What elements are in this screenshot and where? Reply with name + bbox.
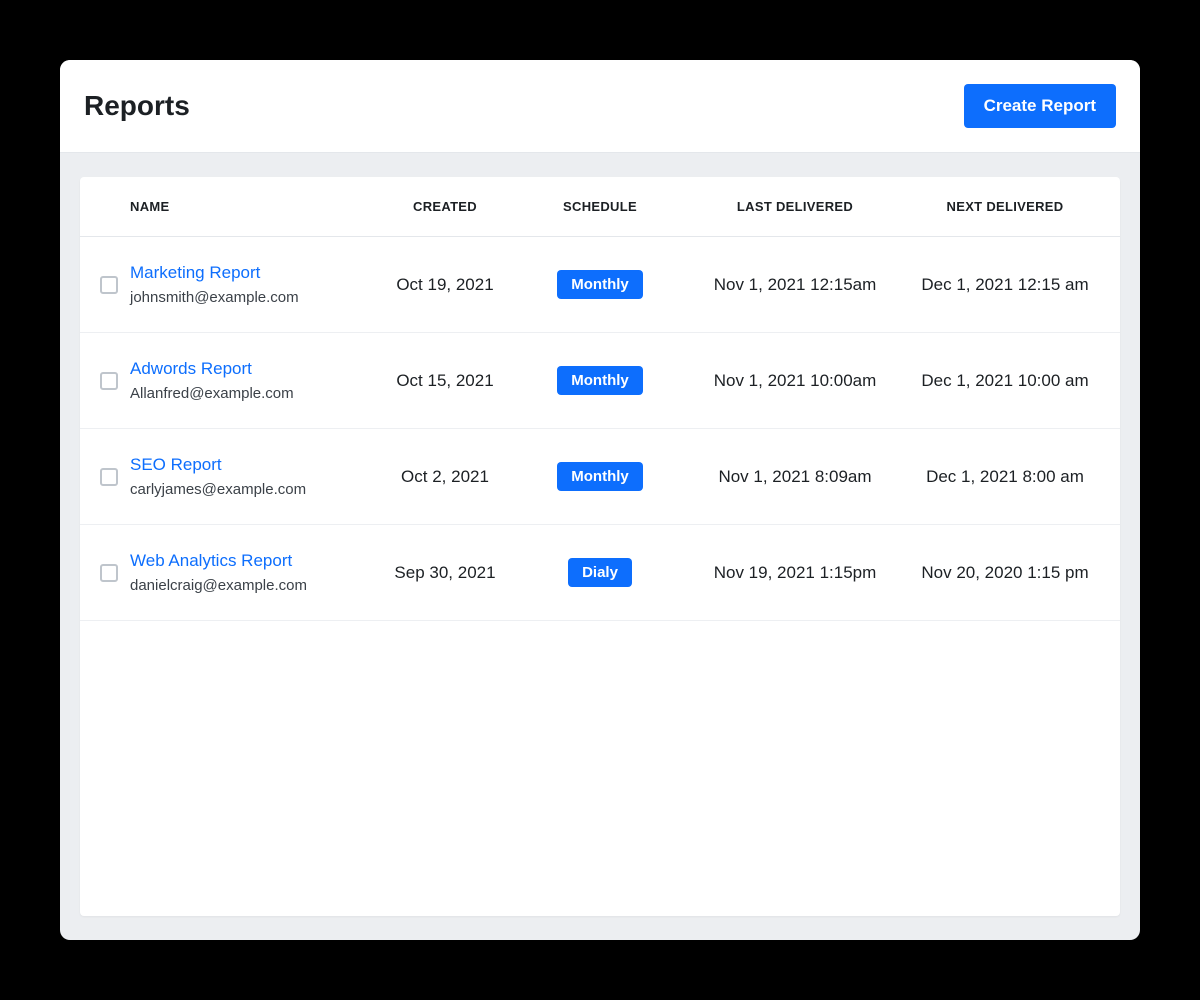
report-name-link[interactable]: Web Analytics Report: [130, 551, 370, 571]
table-row: Adwords Report Allanfred@example.com Oct…: [80, 333, 1120, 429]
report-email: danielcraig@example.com: [130, 577, 370, 594]
reports-table: NAME CREATED SCHEDULE LAST DELIVERED NEX…: [80, 177, 1120, 916]
col-header-last-delivered: LAST DELIVERED: [680, 199, 910, 214]
schedule-badge: Monthly: [557, 270, 643, 299]
row-checkbox[interactable]: [100, 372, 118, 390]
col-header-schedule: SCHEDULE: [520, 199, 680, 214]
created-cell: Oct 2, 2021: [370, 467, 520, 487]
schedule-badge: Monthly: [557, 366, 643, 395]
row-checkbox[interactable]: [100, 564, 118, 582]
row-checkbox[interactable]: [100, 276, 118, 294]
reports-window: Reports Create Report NAME CREATED SCHED…: [60, 60, 1140, 940]
report-email: Allanfred@example.com: [130, 385, 370, 402]
page-title: Reports: [84, 90, 190, 122]
body-area: NAME CREATED SCHEDULE LAST DELIVERED NEX…: [60, 153, 1140, 940]
row-checkbox[interactable]: [100, 468, 118, 486]
schedule-badge: Monthly: [557, 462, 643, 491]
next-delivered-cell: Nov 20, 2020 1:15 pm: [910, 563, 1100, 583]
table-row: SEO Report carlyjames@example.com Oct 2,…: [80, 429, 1120, 525]
page-header: Reports Create Report: [60, 60, 1140, 153]
report-name-link[interactable]: Marketing Report: [130, 263, 370, 283]
schedule-badge: Dialy: [568, 558, 632, 587]
report-email: johnsmith@example.com: [130, 289, 370, 306]
next-delivered-cell: Dec 1, 2021 12:15 am: [910, 275, 1100, 295]
table-row: Web Analytics Report danielcraig@example…: [80, 525, 1120, 621]
created-cell: Oct 19, 2021: [370, 275, 520, 295]
last-delivered-cell: Nov 19, 2021 1:15pm: [680, 563, 910, 583]
last-delivered-cell: Nov 1, 2021 8:09am: [680, 467, 910, 487]
report-name-link[interactable]: Adwords Report: [130, 359, 370, 379]
table-row: Marketing Report johnsmith@example.com O…: [80, 237, 1120, 333]
create-report-button[interactable]: Create Report: [964, 84, 1116, 128]
next-delivered-cell: Dec 1, 2021 8:00 am: [910, 467, 1100, 487]
last-delivered-cell: Nov 1, 2021 12:15am: [680, 275, 910, 295]
report-email: carlyjames@example.com: [130, 481, 370, 498]
next-delivered-cell: Dec 1, 2021 10:00 am: [910, 371, 1100, 391]
col-header-created: CREATED: [370, 199, 520, 214]
col-header-next-delivered: NEXT DELIVERED: [910, 199, 1100, 214]
table-header-row: NAME CREATED SCHEDULE LAST DELIVERED NEX…: [80, 177, 1120, 237]
last-delivered-cell: Nov 1, 2021 10:00am: [680, 371, 910, 391]
created-cell: Sep 30, 2021: [370, 563, 520, 583]
col-header-name: NAME: [130, 199, 370, 214]
created-cell: Oct 15, 2021: [370, 371, 520, 391]
report-name-link[interactable]: SEO Report: [130, 455, 370, 475]
